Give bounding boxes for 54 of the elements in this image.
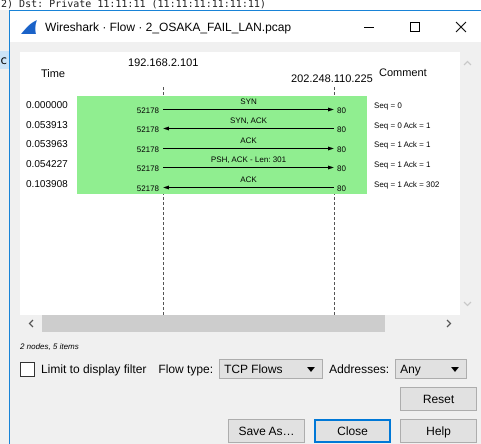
flow-type-dropdown[interactable]: TCP Flows — [219, 359, 324, 379]
message-label: SYN — [240, 96, 257, 106]
flow-row[interactable]: 52178 ACK 80 — [77, 135, 367, 155]
checkbox[interactable] — [20, 362, 35, 376]
comment-text: Seq = 0 Ack = 1 — [373, 120, 432, 130]
flow-row[interactable]: 52178 PSH, ACK - Len: 301 80 — [77, 154, 367, 174]
port-label: 52178 — [136, 184, 160, 194]
time-text: 0.000000 — [25, 100, 69, 112]
port-label: 52178 — [136, 164, 160, 174]
message-label: PSH, ACK - Len: 301 — [210, 155, 286, 164]
flow-type-label: Flow type: — [158, 362, 214, 376]
comment-text: Seq = 0 — [373, 101, 403, 110]
reset-button[interactable]: Reset — [400, 387, 477, 411]
comment-text: Seq = 1 Ack = 302 — [373, 180, 440, 189]
flow-row[interactable]: 52178 SYN 80 — [77, 96, 367, 116]
dropdown-caret-icon — [307, 366, 316, 372]
time-text: 0.054227 — [25, 159, 69, 170]
help-button[interactable]: Help — [400, 419, 477, 443]
flow-row[interactable]: 52178 SYN, ACK 80 — [77, 116, 367, 136]
port-label: 80 — [336, 125, 346, 136]
comment-text: Seq = 1 Ack = 1 — [373, 140, 432, 150]
window-title: Wireshark · Flow · 2_OSAKA_FAIL_LAN.pcap — [45, 20, 292, 34]
time-text: 0.103908 — [25, 178, 69, 190]
port-label: 52178 — [136, 106, 160, 116]
status-text: 2 nodes, 5 items — [20, 342, 80, 351]
shark-fin-icon — [20, 18, 38, 34]
comment-text: Seq = 1 Ack = 1 — [373, 160, 432, 170]
save-as-button[interactable]: Save As… — [228, 419, 305, 443]
port-label: 52178 — [136, 144, 160, 155]
time-text: 0.053913 — [25, 120, 69, 131]
node-address: 192.168.2.101 — [128, 57, 198, 69]
column-header: Time — [40, 66, 66, 80]
port-label: 52178 — [136, 125, 160, 136]
message-label: ACK — [240, 136, 257, 145]
node-address: 202.248.110.225 — [291, 73, 373, 85]
port-label: 80 — [336, 184, 346, 194]
addresses-label: Addresses: — [329, 362, 390, 376]
port-label: 80 — [336, 164, 346, 174]
port-label: 80 — [336, 144, 346, 155]
close-button[interactable]: Close — [314, 419, 391, 443]
message-label: ACK — [240, 174, 257, 184]
time-text: 0.053963 — [25, 139, 69, 150]
scrollbar-thumb[interactable] — [42, 315, 385, 332]
list-text-fragment: c — [0, 51, 9, 69]
message-label: SYN, ACK — [230, 116, 267, 126]
scroll-right-icon[interactable] — [446, 319, 452, 328]
close-icon[interactable] — [455, 20, 467, 32]
scroll-left-icon[interactable] — [28, 319, 34, 328]
flow-row[interactable]: 52178 ACK 80 — [77, 174, 367, 194]
port-label: 80 — [336, 106, 346, 116]
addresses-dropdown[interactable]: Any — [395, 359, 468, 379]
limit-filter-checkbox[interactable]: Limit to display filter — [20, 362, 146, 376]
maximize-icon[interactable] — [409, 20, 421, 32]
dropdown-caret-icon — [451, 366, 460, 372]
